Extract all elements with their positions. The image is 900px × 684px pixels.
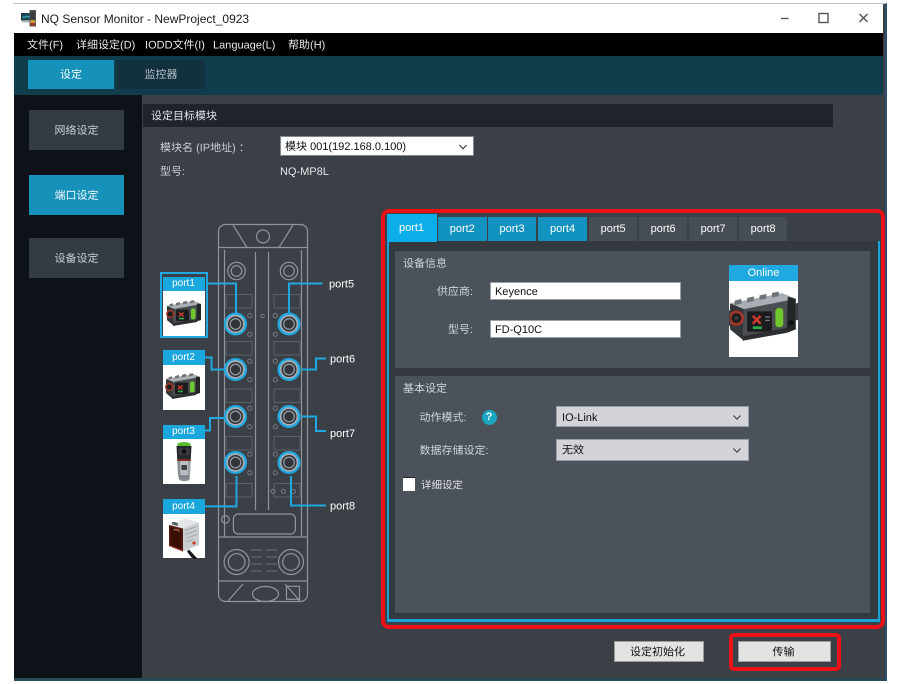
- svg-text:port7: port7: [330, 428, 355, 440]
- svg-text:port8: port8: [330, 501, 355, 513]
- svg-text:port5: port5: [329, 279, 354, 291]
- svg-text:port6: port6: [330, 354, 355, 366]
